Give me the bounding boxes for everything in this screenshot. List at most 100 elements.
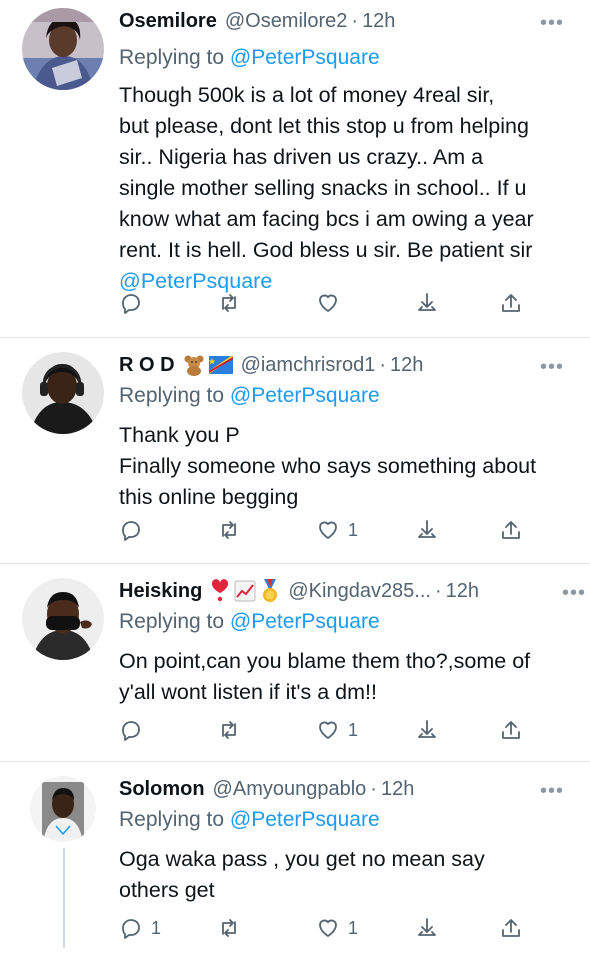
timestamp[interactable]: 12h [381,778,414,801]
replying-to-mention[interactable]: @PeterPsquare [230,610,380,633]
heart-exclamation-emoji-icon [212,579,229,602]
author-name[interactable]: Osemilore [119,10,217,33]
reply-button[interactable] [119,518,151,542]
author-handle[interactable]: @Amyoungpablo [213,778,367,801]
avatar-osemilore[interactable] [22,8,104,90]
replying-to: Replying to @PeterPsquare [119,44,564,72]
tweet-text-line: Thank you P [119,423,240,447]
reply-count: 1 [151,917,162,938]
avatar-heisking[interactable] [22,578,104,660]
replying-to-mention[interactable]: @PeterPsquare [230,384,380,407]
tweet-text-line: Oga waka pass , you get no mean say [119,847,485,871]
share-button[interactable] [499,291,523,315]
retweet-button[interactable] [217,518,241,542]
timestamp[interactable]: 12h [390,354,423,377]
more-options-icon[interactable]: ••• [562,582,586,605]
reply-button[interactable] [119,291,143,315]
avatar-solomon[interactable] [30,776,96,842]
retweet-button[interactable] [217,291,241,315]
tweet-text-line: others get [119,878,215,902]
retweet-icon [222,919,236,937]
replying-to: Replying to @PeterPsquare [119,806,564,834]
replying-to-label: Replying to [119,808,225,831]
author-handle[interactable]: @Kingdav285... [288,580,431,603]
download-button[interactable] [415,718,439,742]
download-button[interactable] [415,916,439,940]
avatar-rod[interactable] [22,352,104,434]
tweet-text-line: Finally someone who says something about [119,454,537,478]
more-options-icon[interactable]: ••• [540,12,564,35]
tweet-text: Oga waka pass , you get no mean say othe… [119,844,564,906]
tweet-osemilore[interactable]: Osemilore @Osemilore2 · 12h ••• Replying… [0,0,590,338]
share-button[interactable] [499,718,523,742]
tweet-solomon[interactable]: Solomon @Amyoungpablo · 12h ••• Replying… [0,762,590,955]
like-count: 1 [348,917,359,938]
tweet-text: Though 500k is a lot of money 4real sir,… [119,80,564,297]
timestamp[interactable]: 12h [446,580,479,603]
separator-dot: · [379,353,387,376]
replying-to-label: Replying to [119,384,225,407]
separator-dot: · [370,777,377,800]
share-button[interactable] [499,916,523,940]
tweet-rod[interactable]: R O D @iamchrisrod1 · 12h ••• Replying t… [0,338,590,564]
tweet-text-line: sir.. Nigeria has driven us crazy.. Am a [119,145,484,169]
tweet-text-line: single mother selling snacks in school..… [119,176,527,200]
more-options-icon[interactable]: ••• [540,780,564,803]
reply-icon [122,721,140,741]
heart-icon [319,294,337,312]
name-emojis [210,579,280,603]
replying-to-label: Replying to [119,610,225,633]
tweet-text: On point,can you blame them tho?,some of… [119,646,564,708]
reply-icon [122,294,140,314]
heart-icon [319,919,337,937]
like-count: 1 [348,719,359,740]
author-handle[interactable]: @Osemilore2 [225,10,348,33]
reply-button[interactable]: 1 [119,916,161,940]
share-icon [502,919,520,937]
download-icon [418,520,436,538]
name-emojis [183,354,233,376]
tweet-text-line: but please, dont let this stop u from he… [119,114,529,138]
replying-to-mention[interactable]: @PeterPsquare [230,808,380,831]
author-handle[interactable]: @iamchrisrod1 [241,354,376,377]
download-button[interactable] [415,291,439,315]
share-icon [502,294,520,312]
author-name[interactable]: R O D [119,354,175,377]
retweet-button[interactable] [217,916,241,940]
download-icon [418,293,436,311]
share-button[interactable] [499,518,523,542]
like-button[interactable]: 1 [316,916,358,940]
tweet-actions: 1 1 [119,916,559,946]
heart-icon [319,521,337,539]
medal-emoji-icon [263,579,278,602]
tweet-actions: 1 [119,518,559,548]
retweet-icon [222,294,236,312]
author-name[interactable]: Solomon [119,778,205,801]
retweet-icon [222,721,236,739]
download-icon [418,720,436,738]
retweet-button[interactable] [217,718,241,742]
timestamp[interactable]: 12h [362,10,395,33]
tweet-text-line: y'all wont listen if it's a dm!! [119,680,377,704]
tweet-text-line: know what am facing bcs i am owing a yea… [119,207,534,231]
tweet-text-line: On point,can you blame them tho?,some of [119,649,531,673]
like-button[interactable] [316,291,340,315]
download-button[interactable] [415,518,439,542]
more-options-icon[interactable]: ••• [540,356,564,379]
tweet-actions: 1 [119,718,559,748]
tweet-text-line: this online begging [119,485,299,509]
author-name[interactable]: Heisking [119,580,202,603]
like-button[interactable]: 1 [316,718,358,742]
replying-to-mention[interactable]: @PeterPsquare [230,46,380,69]
teddy-bear-emoji-icon [184,355,204,376]
thread-line [63,848,65,948]
tweet-heisking[interactable]: Heisking @Kingdav285... · 12h ••• Replyi… [0,564,590,762]
like-button[interactable]: 1 [316,518,358,542]
share-icon [502,721,520,739]
separator-dot: · [434,579,442,602]
reply-button[interactable] [119,718,151,742]
replying-to: Replying to @PeterPsquare [119,608,564,636]
replying-to-label: Replying to [119,46,225,69]
separator-dot: · [351,9,359,32]
replying-to: Replying to @PeterPsquare [119,382,564,410]
